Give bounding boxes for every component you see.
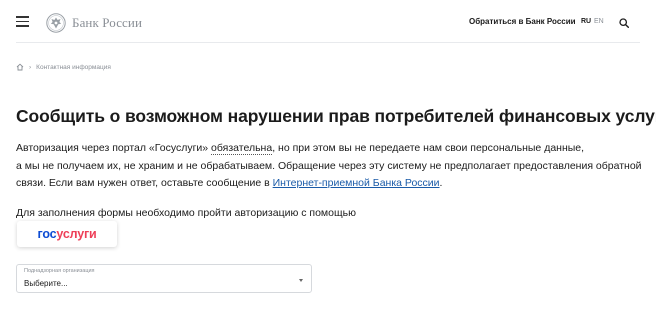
lang-ru[interactable]: RU <box>581 18 591 25</box>
intro-line-2: а мы не получаем их, не храним и не обра… <box>16 159 642 172</box>
gosuslugi-logo-part1: гос <box>37 227 57 241</box>
site-header: Банк России Обратиться в Банк России RU … <box>0 0 656 44</box>
breadcrumb-separator-icon: › <box>29 63 32 71</box>
gosuslugi-logo-part2: услуги <box>56 227 97 241</box>
gosuslugi-logo: госуслуги <box>38 227 97 241</box>
logo-text: Банк России <box>72 15 143 30</box>
mandatory-term[interactable]: обязательна <box>211 142 273 155</box>
search-icon[interactable] <box>619 18 629 28</box>
auth-note: Для заполнения формы необходимо пройти а… <box>16 207 356 219</box>
bank-logo[interactable]: Банк России <box>46 10 142 36</box>
header-divider <box>16 42 640 43</box>
intro-text: Авторизация через портал «Госуслуги» <box>16 142 212 154</box>
double-headed-eagle-icon <box>46 13 66 33</box>
internet-reception-link[interactable]: Интернет-приемной Банка России <box>273 177 440 189</box>
gosuslugi-login-button[interactable]: госуслуги <box>17 221 117 247</box>
intro-paragraph: Авторизация через портал «Госуслуги» обя… <box>16 140 642 193</box>
page-title: Сообщить о возможном нарушении прав потр… <box>16 106 656 126</box>
organization-select[interactable]: Поднадзорная организация Выберите... <box>16 264 312 293</box>
menu-icon[interactable] <box>16 16 29 27</box>
home-icon[interactable] <box>16 63 24 71</box>
intro-line-3: связи. Если вам нужен ответ, оставьте со… <box>16 175 640 193</box>
breadcrumb-current: Контактная информация <box>36 63 111 71</box>
intro-text: связи. Если вам нужен ответ, оставьте со… <box>16 177 273 189</box>
breadcrumb: › Контактная информация <box>16 63 111 71</box>
intro-line-1: Авторизация через портал «Госуслуги» обя… <box>16 140 640 158</box>
chevron-down-icon <box>299 279 303 282</box>
organization-select-value: Выберите... <box>24 279 68 288</box>
intro-text: , но при этом вы не передаете нам свои п… <box>272 142 585 154</box>
contact-bank-link[interactable]: Обратиться в Банк России <box>469 17 576 26</box>
organization-select-label: Поднадзорная организация <box>24 268 95 274</box>
intro-text: . <box>439 177 443 189</box>
lang-en[interactable]: EN <box>594 18 604 25</box>
